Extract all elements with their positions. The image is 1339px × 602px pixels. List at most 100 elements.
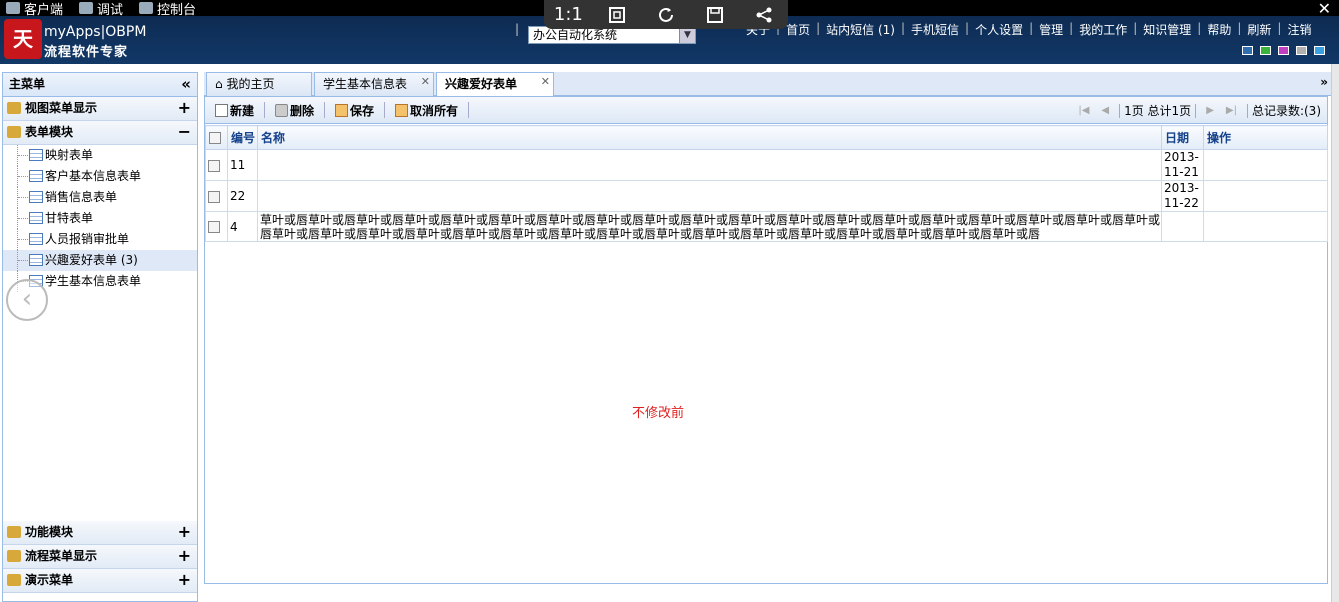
theme-swatch[interactable] — [1242, 46, 1253, 55]
table-icon — [29, 233, 43, 245]
notice-text: 不修改前 — [632, 406, 685, 421]
last-page-icon[interactable]: ▶| — [1226, 105, 1237, 116]
save-button[interactable]: 保存 — [335, 102, 374, 119]
table-row[interactable]: 22 2013-11-22 — [205, 180, 1328, 212]
sidebar-item-sales-form[interactable]: 销售信息表单 — [3, 187, 197, 208]
expand-icon[interactable]: + — [178, 545, 191, 567]
theme-swatch[interactable] — [1278, 46, 1289, 55]
table-icon — [29, 191, 43, 203]
data-grid: 编号 名称 日期 操作 11 2013-11-21 22 2013-11-22 — [205, 125, 1328, 242]
total-records: 总记录数:(3) — [1251, 104, 1321, 118]
first-page-icon[interactable]: |◀ — [1078, 105, 1089, 116]
prev-page-icon[interactable]: ◀ — [1101, 105, 1109, 116]
sidebar-group-demo-menu[interactable]: 演示菜单 + — [3, 569, 197, 593]
cell-date: 2013-11-22 — [1161, 180, 1204, 212]
chevron-down-icon[interactable]: ▼ — [679, 27, 695, 43]
brand-slogan: 流程软件专家 — [44, 45, 129, 60]
cancel-all-button[interactable]: 取消所有 — [395, 102, 458, 119]
nav-settings[interactable]: 个人设置 — [969, 21, 1029, 38]
nav-refresh[interactable]: 刷新 — [1241, 21, 1277, 38]
sidebar-group-function-module[interactable]: 功能模块 + — [3, 521, 197, 545]
table-row[interactable]: 11 2013-11-21 — [205, 149, 1328, 181]
folder-icon — [7, 526, 21, 538]
brand-name: myApps|OBPM — [44, 24, 147, 40]
logo: 天翎 — [4, 19, 42, 91]
scrollbar[interactable] — [1331, 64, 1339, 602]
zoom-actual-button[interactable]: 1:1 — [554, 4, 583, 26]
col-header-date[interactable]: 日期 — [1161, 125, 1204, 150]
nav-knowledge[interactable]: 知识管理 — [1137, 21, 1197, 38]
console-button[interactable]: 控制台 — [139, 0, 196, 18]
nav-my-work[interactable]: 我的工作 — [1073, 21, 1133, 38]
theme-swatch[interactable] — [1296, 46, 1307, 55]
grid-header-row: 编号 名称 日期 操作 — [205, 125, 1328, 150]
share-icon[interactable] — [753, 4, 775, 26]
cell-action — [1203, 149, 1328, 181]
folder-icon — [7, 550, 21, 562]
nav-messages[interactable]: 站内短信 (1) — [820, 21, 901, 38]
sidebar-bottom-groups: 功能模块 + 流程菜单显示 + 演示菜单 + — [3, 521, 197, 593]
cell-name: 草叶或唇草叶或唇草叶或唇草叶或唇草叶或唇草叶或唇草叶或唇草叶或唇草叶或唇草叶或唇… — [257, 211, 1162, 242]
theme-swatches — [1235, 46, 1325, 55]
row-checkbox[interactable] — [208, 221, 220, 233]
select-all-cell — [205, 125, 228, 150]
table-icon — [29, 170, 43, 182]
row-checkbox[interactable] — [208, 159, 220, 172]
cell-id: 4 — [227, 211, 258, 242]
expand-icon[interactable]: + — [178, 97, 191, 119]
cell-date — [1161, 211, 1204, 242]
rotate-icon[interactable] — [655, 4, 677, 26]
sidebar-item-gantt-form[interactable]: 甘特表单 — [3, 208, 197, 229]
theme-swatch[interactable] — [1260, 46, 1271, 55]
close-icon[interactable]: ✕ — [421, 71, 430, 93]
cell-action — [1203, 211, 1328, 242]
tab-scroll-icon[interactable]: » — [1320, 75, 1328, 89]
theme-swatch[interactable] — [1314, 46, 1325, 55]
nav-help[interactable]: 帮助 — [1201, 21, 1237, 38]
gear-icon — [79, 2, 94, 14]
save-icon — [335, 103, 349, 117]
sidebar-title: 主菜单 « — [3, 73, 197, 97]
collapse-icon[interactable]: « — [181, 73, 191, 95]
client-button[interactable]: 客户端 — [6, 0, 63, 18]
col-header-name[interactable]: 名称 — [257, 125, 1162, 150]
sidebar-group-view-menu[interactable]: 视图菜单显示 + — [3, 97, 197, 121]
folder-icon — [7, 102, 21, 114]
tab-student-info[interactable]: 学生基本信息表 ✕ — [314, 72, 434, 96]
sidebar-group-flow-menu[interactable]: 流程菜单显示 + — [3, 545, 197, 569]
tab-hobby-form[interactable]: 兴趣爱好表单 ✕ — [436, 72, 554, 97]
expand-icon[interactable]: + — [178, 569, 191, 591]
nav-logout[interactable]: 注销 — [1281, 21, 1317, 38]
sidebar: 主菜单 « 视图菜单显示 + 表单模块 − 映射表单 客户基本信息表单 销售信息… — [2, 72, 198, 602]
sidebar-item-customer-form[interactable]: 客户基本信息表单 — [3, 166, 197, 187]
save-icon[interactable] — [704, 4, 726, 26]
cell-id: 22 — [227, 180, 258, 212]
sidebar-group-form-module[interactable]: 表单模块 − — [3, 121, 197, 145]
console-icon — [139, 2, 154, 14]
next-page-icon[interactable]: ▶ — [1206, 105, 1214, 116]
nav-admin[interactable]: 管理 — [1033, 21, 1069, 38]
image-viewer-toolbar: 1:1 — [544, 0, 788, 29]
expand-icon[interactable]: + — [178, 521, 191, 543]
sidebar-item-expense-form[interactable]: 人员报销审批单 — [3, 229, 197, 250]
col-header-id[interactable]: 编号 — [227, 125, 258, 150]
table-row[interactable]: 4 草叶或唇草叶或唇草叶或唇草叶或唇草叶或唇草叶或唇草叶或唇草叶或唇草叶或唇草叶… — [205, 211, 1328, 242]
fit-icon[interactable] — [606, 4, 628, 26]
nav-sms[interactable]: 手机短信 — [905, 21, 965, 38]
cell-id: 11 — [227, 149, 258, 181]
sidebar-item-mapping-form[interactable]: 映射表单 — [3, 145, 197, 166]
close-icon[interactable]: ✕ — [541, 71, 550, 93]
cell-date: 2013-11-21 — [1161, 149, 1204, 181]
trash-icon — [275, 103, 289, 117]
sidebar-item-hobby-form[interactable]: 兴趣爱好表单 (3) — [3, 250, 197, 271]
tab-home[interactable]: ⌂ 我的主页 — [206, 72, 312, 96]
select-all-checkbox[interactable] — [209, 132, 221, 144]
previous-image-button[interactable]: ‹ — [6, 279, 48, 321]
debug-button[interactable]: 调试 — [79, 0, 123, 18]
new-button[interactable]: 新建 — [215, 102, 254, 119]
cell-action — [1203, 180, 1328, 212]
delete-button[interactable]: 删除 — [275, 102, 314, 119]
row-checkbox[interactable] — [208, 190, 220, 203]
collapse-group-icon[interactable]: − — [178, 121, 191, 143]
divider: | — [515, 22, 520, 36]
